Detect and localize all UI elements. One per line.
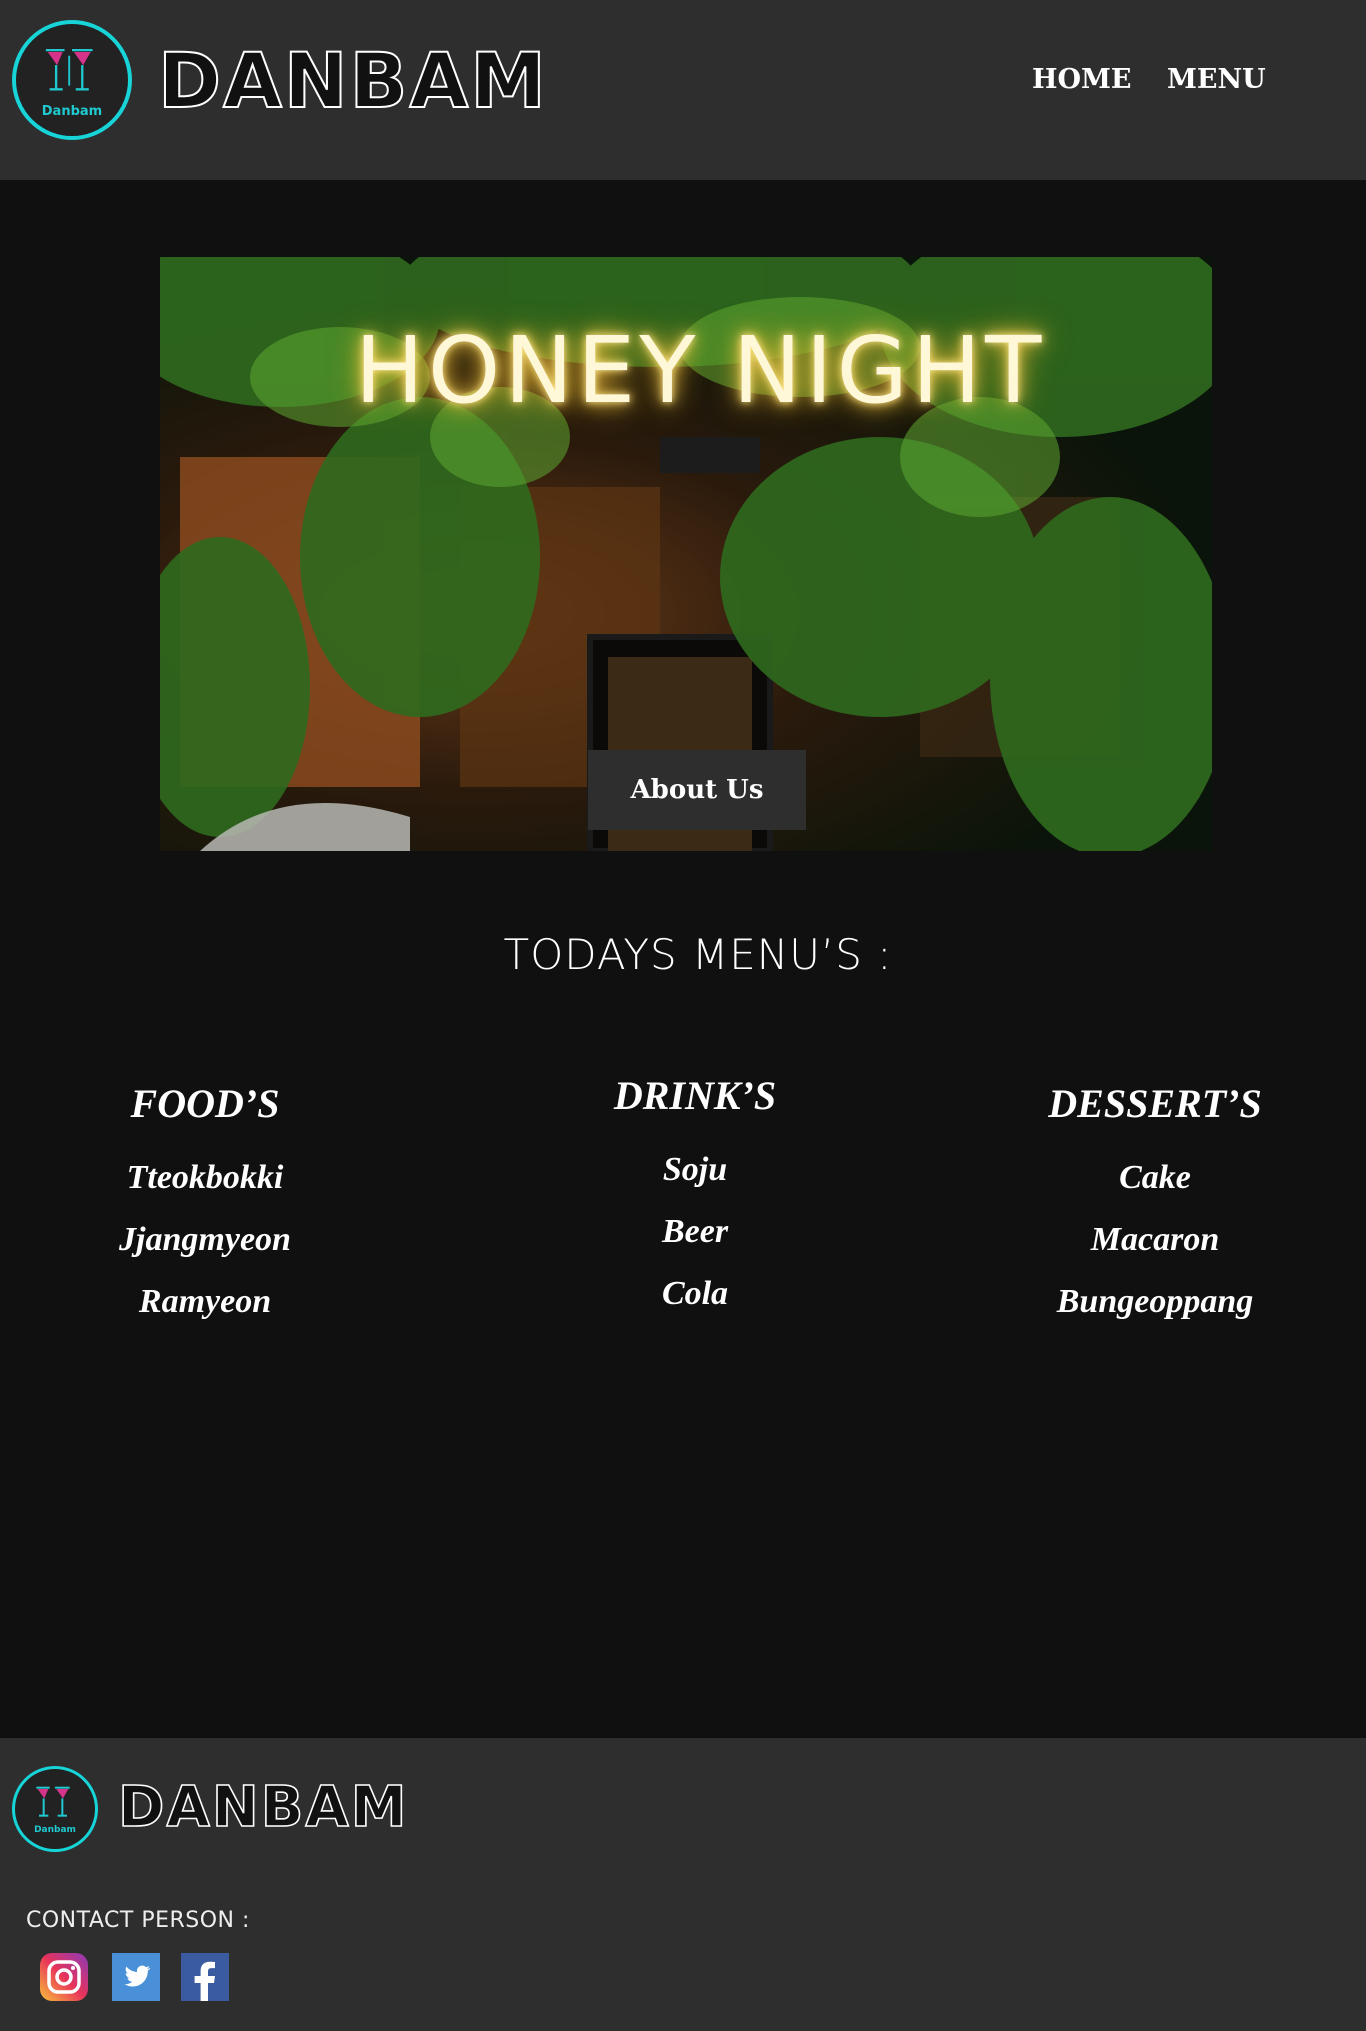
neon-sign-text: HONEY NIGHT	[354, 317, 1046, 424]
instagram-icon[interactable]	[40, 1953, 88, 2001]
logo-badge-text: Danbam	[41, 104, 103, 119]
dessert-heading: DESSERT’S	[1048, 1081, 1262, 1126]
nav-menu-link[interactable]: MENU	[1167, 64, 1266, 95]
menu-item: Soju	[662, 1151, 728, 1188]
menu-item: Macaron	[1090, 1221, 1220, 1258]
food-column: FOOD’S Tteokbokki Jjangmyeon Ramyeon	[80, 1080, 330, 1333]
footer-logo-badge-text: Danbam	[34, 1825, 76, 1835]
footer-brand-wordmark[interactable]: DANBAM	[117, 1774, 408, 1841]
drink-column: DRINK’S Soju Beer Cola	[570, 1072, 820, 1325]
drink-heading: DRINK’S	[613, 1073, 777, 1118]
menu-section-title: TODAYS MENU’S :	[503, 930, 893, 979]
food-heading: FOOD’S	[130, 1081, 280, 1126]
brand-wordmark[interactable]: DANBAM	[157, 35, 548, 126]
menu-item: Bungeoppang	[1056, 1283, 1254, 1320]
facebook-icon[interactable]	[181, 1953, 229, 2001]
twitter-icon[interactable]	[112, 1953, 160, 2001]
logo-icon[interactable]: Danbam	[12, 20, 132, 140]
menu-item: Cola	[661, 1275, 729, 1312]
footer-logo-icon[interactable]: Danbam	[12, 1766, 98, 1852]
dessert-column: DESSERT’S Cake Macaron Bungeoppang	[1030, 1080, 1280, 1333]
menu-item: Cake	[1119, 1159, 1191, 1196]
menu-item: Ramyeon	[138, 1283, 272, 1320]
about-us-button[interactable]: About Us	[588, 750, 806, 830]
menu-item: Beer	[661, 1213, 729, 1250]
nav-home-link[interactable]: HOME	[1032, 64, 1132, 95]
contact-person-label: CONTACT PERSON :	[26, 1908, 250, 1933]
menu-item: Jjangmyeon	[119, 1221, 291, 1258]
menu-item: Tteokbokki	[126, 1159, 284, 1196]
